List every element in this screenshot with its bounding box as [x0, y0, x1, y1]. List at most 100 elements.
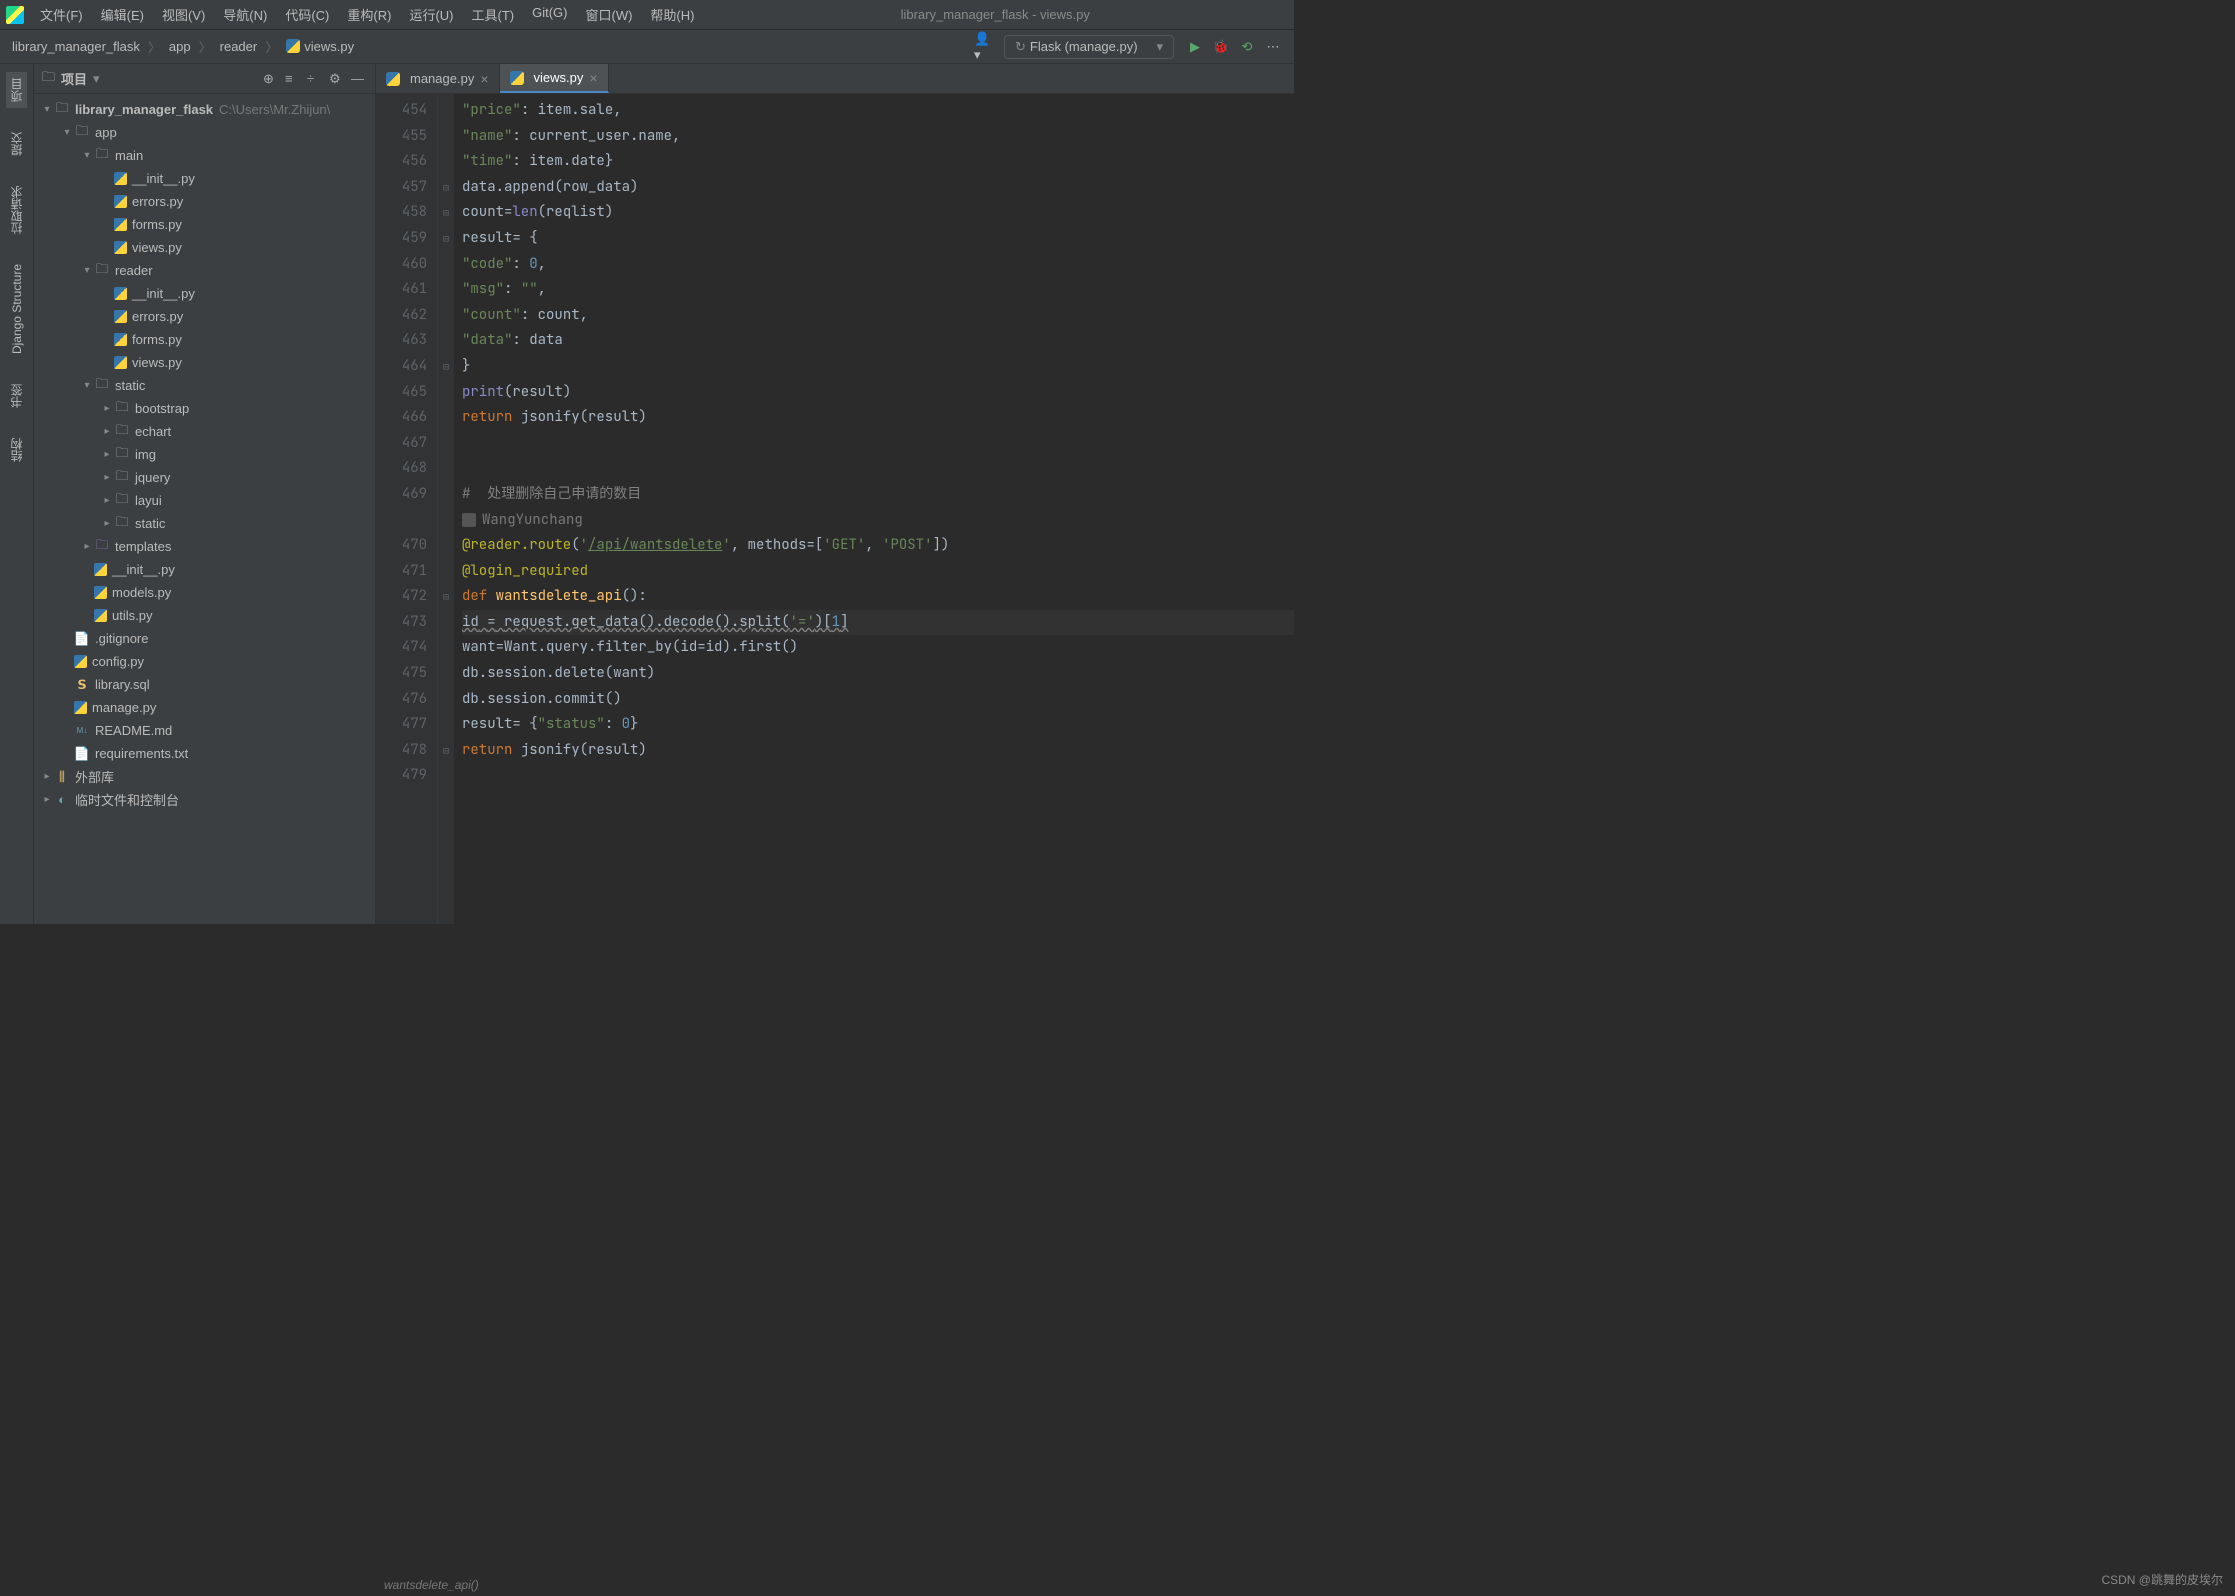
line-number[interactable]: 479 [376, 763, 427, 789]
tree-item[interactable]: ▸forms.py [34, 328, 375, 351]
line-number[interactable]: 462 [376, 303, 427, 329]
coverage-button[interactable]: ⟲ [1238, 38, 1256, 56]
line-number[interactable]: 455 [376, 124, 427, 150]
tree-item[interactable]: ▸__init__.py [34, 282, 375, 305]
tree-item[interactable]: ▸🗀echart [34, 420, 375, 443]
tool-window-tab[interactable]: 书签 [6, 378, 27, 414]
fold-marker[interactable] [438, 431, 454, 457]
collapse-icon[interactable]: ÷ [307, 71, 323, 87]
line-number[interactable]: 461 [376, 277, 427, 303]
tree-item[interactable]: ▸manage.py [34, 696, 375, 719]
code-line[interactable]: return jsonify(result) [462, 738, 1294, 764]
code-line[interactable]: "data": data [462, 328, 1294, 354]
code-line[interactable]: db.session.commit() [462, 687, 1294, 713]
tree-item[interactable]: ▸🗀bootstrap [34, 397, 375, 420]
tree-item[interactable]: ▸config.py [34, 650, 375, 673]
line-number[interactable]: 456 [376, 149, 427, 175]
fold-marker[interactable] [438, 405, 454, 431]
code-line[interactable]: result = {"status": 0} [462, 712, 1294, 738]
line-number[interactable]: 472 [376, 584, 427, 610]
editor-tab[interactable]: views.py× [500, 64, 609, 93]
line-number[interactable]: 475 [376, 661, 427, 687]
chevron-right-icon[interactable]: ▸ [40, 771, 54, 782]
fold-marker[interactable] [438, 635, 454, 661]
tree-item[interactable]: ▸📄requirements.txt [34, 742, 375, 765]
tree-item[interactable]: ▾🗀reader [34, 259, 375, 282]
tree-item[interactable]: ▾🗀app [34, 121, 375, 144]
code-line[interactable]: db.session.delete(want) [462, 661, 1294, 687]
chevron-right-icon[interactable]: ▸ [100, 495, 114, 506]
expand-icon[interactable]: ≡ [285, 71, 301, 87]
tree-item[interactable]: ▸📄.gitignore [34, 627, 375, 650]
code-line[interactable]: @reader.route('/api/wantsdelete', method… [462, 533, 1294, 559]
chevron-down-icon[interactable]: ▾ [40, 104, 54, 115]
chevron-down-icon[interactable]: ▾ [80, 380, 94, 391]
chevron-down-icon[interactable]: ▾ [93, 71, 100, 87]
editor-tab[interactable]: manage.py× [376, 64, 500, 93]
tree-item[interactable]: ▸◐临时文件和控制台 [34, 788, 375, 811]
fold-marker[interactable]: ⊟ [438, 175, 454, 201]
tree-item[interactable]: ▸errors.py [34, 305, 375, 328]
line-number[interactable]: 473 [376, 610, 427, 636]
fold-marker[interactable] [438, 124, 454, 150]
tree-item[interactable]: ▸⫼外部库 [34, 765, 375, 788]
tree-item[interactable]: ▸__init__.py [34, 167, 375, 190]
line-number[interactable]: 471 [376, 559, 427, 585]
code-line[interactable]: return jsonify(result) [462, 405, 1294, 431]
tree-item[interactable]: ▾🗀main [34, 144, 375, 167]
tree-item[interactable]: ▸__init__.py [34, 558, 375, 581]
code-line[interactable]: "msg": "", [462, 277, 1294, 303]
line-number[interactable]: 460 [376, 252, 427, 278]
tool-window-tab[interactable]: Django Structure [8, 258, 26, 360]
run-button[interactable]: ▶ [1186, 38, 1204, 56]
run-config-selector[interactable]: ↻ Flask (manage.py) ▾ [1004, 35, 1174, 59]
line-number[interactable]: 463 [376, 328, 427, 354]
line-number[interactable]: 465 [376, 380, 427, 406]
line-number[interactable]: 477 [376, 712, 427, 738]
code-line[interactable]: "name": current_user.name, [462, 124, 1294, 150]
chevron-right-icon[interactable]: ▸ [80, 541, 94, 552]
fold-marker[interactable]: ⊟ [438, 584, 454, 610]
breadcrumb-item[interactable]: views.py [282, 37, 358, 56]
line-number[interactable]: 470 [376, 533, 427, 559]
tree-item[interactable]: ▸🗀layui [34, 489, 375, 512]
code-line[interactable]: result = { [462, 226, 1294, 252]
menu-item[interactable]: Git(G) [524, 1, 575, 28]
chevron-right-icon[interactable]: ▸ [100, 426, 114, 437]
tree-item[interactable]: ▸𝗦library.sql [34, 673, 375, 696]
tree-item[interactable]: ▸🗀jquery [34, 466, 375, 489]
chevron-down-icon[interactable]: ▾ [80, 265, 94, 276]
fold-marker[interactable] [438, 98, 454, 124]
tool-window-tab[interactable]: 项目 [6, 72, 27, 108]
tree-item[interactable]: ▸🗀static [34, 512, 375, 535]
chevron-right-icon[interactable]: ▸ [100, 403, 114, 414]
tree-item[interactable]: ▸errors.py [34, 190, 375, 213]
menu-item[interactable]: 代码(C) [277, 1, 337, 28]
line-number[interactable]: 458 [376, 200, 427, 226]
project-tree[interactable]: ▾🗀library_manager_flaskC:\Users\Mr.Zhiju… [34, 94, 375, 924]
menu-item[interactable]: 运行(U) [401, 1, 461, 28]
code-line[interactable] [462, 763, 1294, 789]
debug-button[interactable]: 🐞 [1212, 38, 1230, 56]
breadcrumb-item[interactable]: library_manager_flask [8, 37, 144, 56]
target-icon[interactable]: ⊕ [263, 71, 279, 87]
fold-marker[interactable] [438, 380, 454, 406]
fold-marker[interactable] [438, 763, 454, 789]
hide-icon[interactable]: — [351, 71, 367, 87]
line-number[interactable]: 459 [376, 226, 427, 252]
code-line[interactable]: @login_required [462, 559, 1294, 585]
code-editor[interactable]: 4544554564574584594604614624634644654664… [376, 94, 1294, 924]
code-line[interactable]: print(result) [462, 380, 1294, 406]
line-number[interactable]: 464 [376, 354, 427, 380]
tree-item[interactable]: ▸views.py [34, 351, 375, 374]
menu-item[interactable]: 帮助(H) [642, 1, 702, 28]
tree-item[interactable]: ▸forms.py [34, 213, 375, 236]
code-line[interactable]: "count": count, [462, 303, 1294, 329]
tree-item[interactable]: ▸🗀img [34, 443, 375, 466]
line-number[interactable]: 454 [376, 98, 427, 124]
line-number[interactable]: 478 [376, 738, 427, 764]
fold-marker[interactable] [438, 252, 454, 278]
fold-marker[interactable]: ⊟ [438, 200, 454, 226]
line-number[interactable]: 467 [376, 431, 427, 457]
fold-marker[interactable] [438, 661, 454, 687]
